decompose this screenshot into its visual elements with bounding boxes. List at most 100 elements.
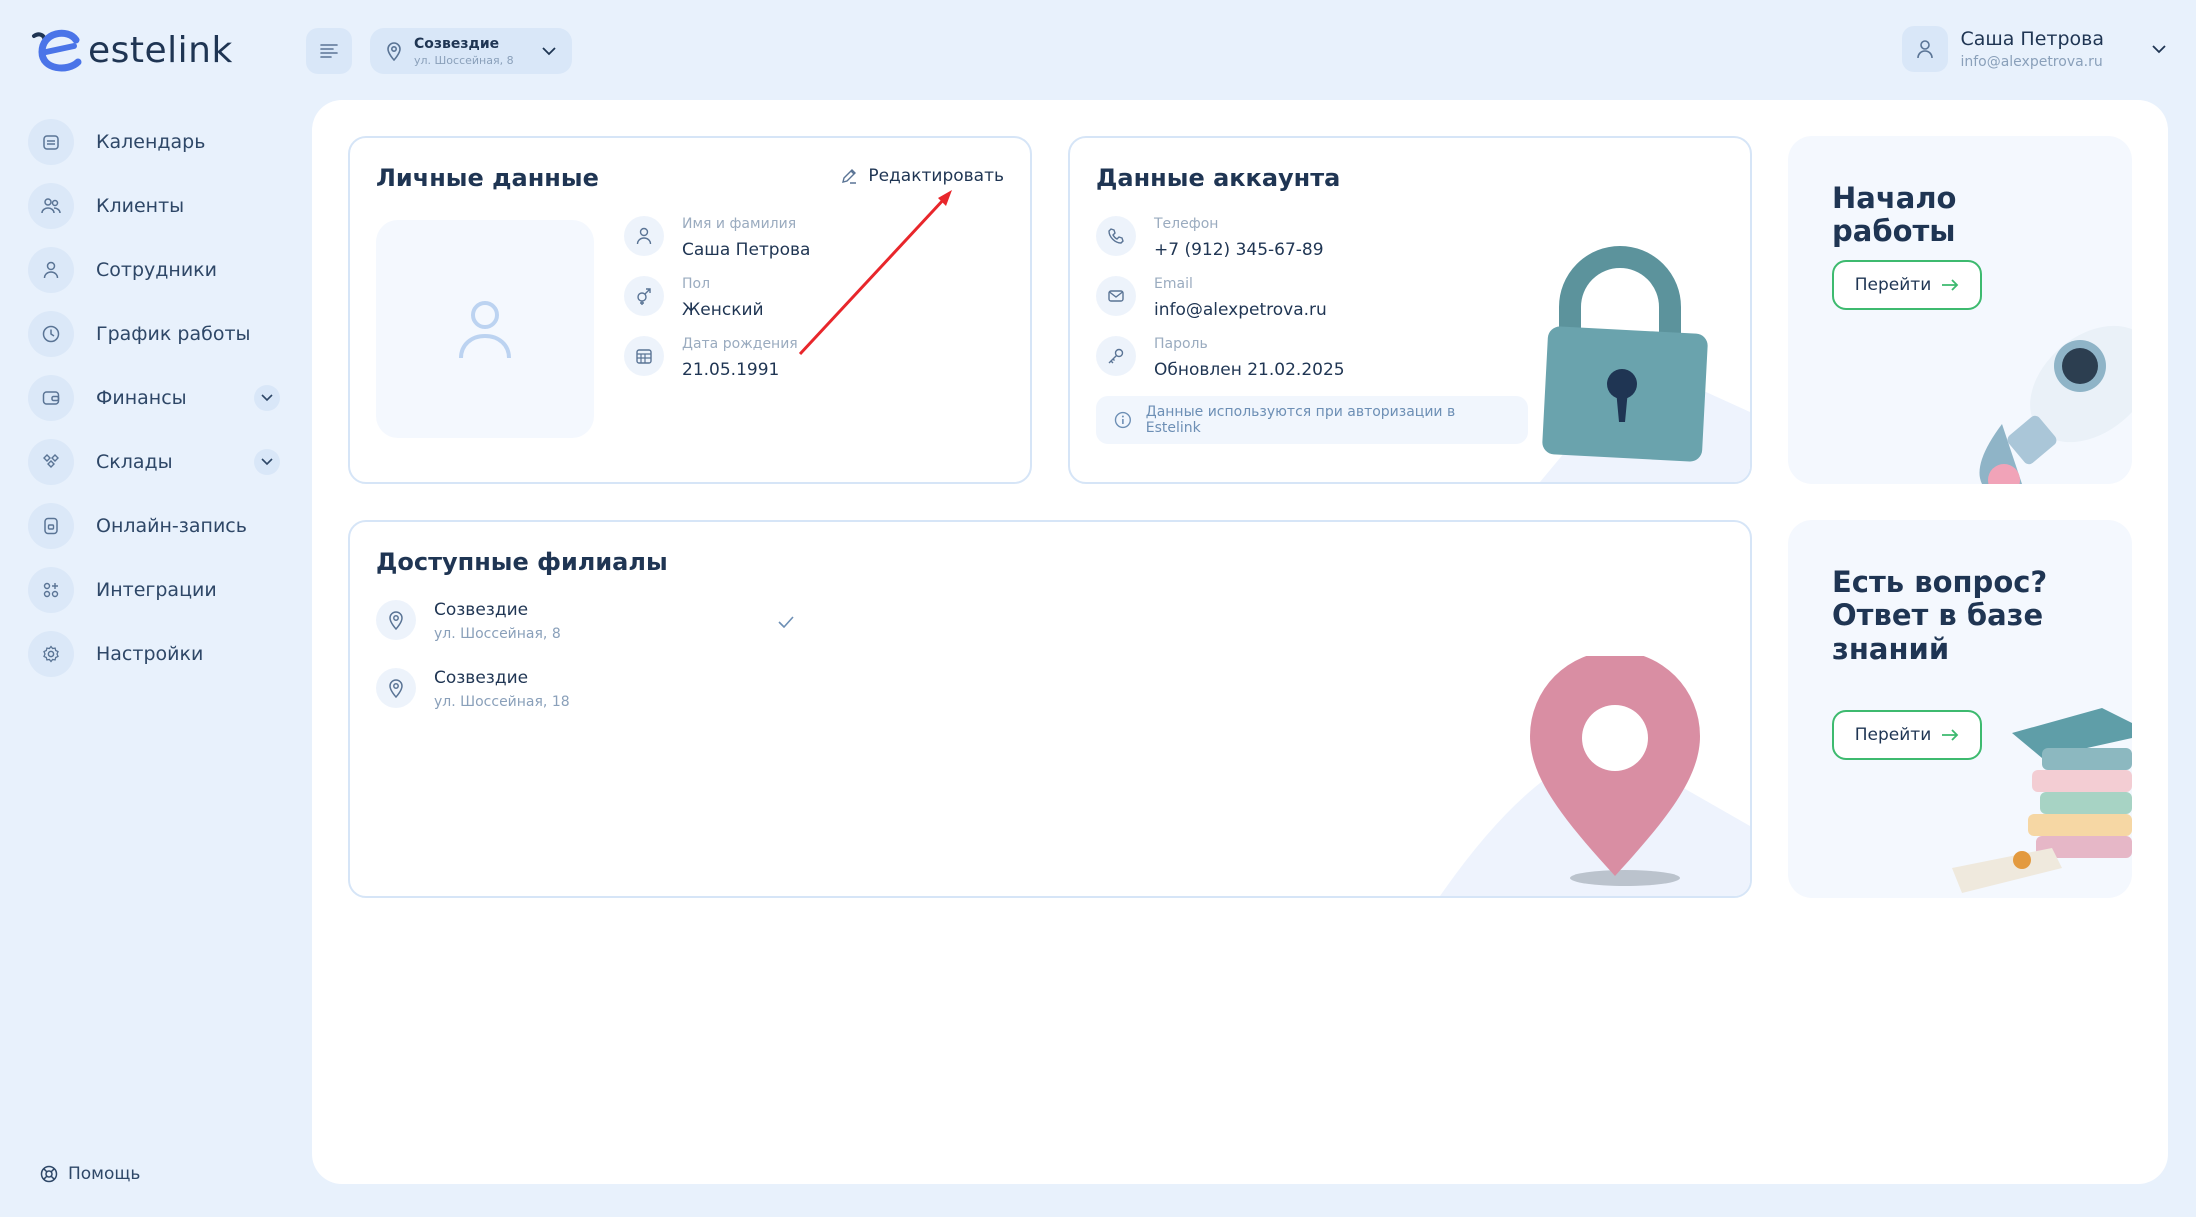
field-value: info@alexpetrova.ru <box>1154 300 1327 320</box>
field-label: Дата рождения <box>682 336 798 352</box>
phone-icon <box>1096 216 1136 256</box>
logo[interactable]: estelink <box>28 26 233 74</box>
clock-icon <box>28 311 74 357</box>
user-icon <box>624 216 664 256</box>
lock-illustration-icon <box>1540 246 1750 482</box>
clients-icon <box>28 183 74 229</box>
getting-started-card: Начало работы Перейти <box>1788 136 2132 484</box>
sidebar: Календарь Клиенты Сотрудники График рабо… <box>28 118 280 694</box>
branch-name: Созвездие <box>434 668 529 688</box>
location-pin-icon <box>376 600 416 640</box>
sidebar-item-label: График работы <box>96 323 251 345</box>
lifebuoy-icon <box>40 1165 58 1183</box>
sidebar-item-online-booking[interactable]: Онлайн-запись <box>28 502 280 550</box>
knowledge-base-card: Есть вопрос? Ответ в базе знаний Перейти <box>1788 520 2132 898</box>
help-label: Помощь <box>68 1164 141 1184</box>
map-pin-illustration-icon <box>1440 656 1750 896</box>
menu-icon <box>320 44 338 58</box>
user-icon <box>1917 40 1934 59</box>
birthdate-field: Дата рождения 21.05.1991 <box>624 336 798 380</box>
branch-selector-name: Созвездие <box>414 35 500 52</box>
field-value: Женский <box>682 300 764 320</box>
edit-label: Редактировать <box>868 166 1004 186</box>
sidebar-item-label: Онлайн-запись <box>96 515 247 537</box>
account-data-card: Данные аккаунта Телефон +7 (912) 345-67-… <box>1068 136 1752 484</box>
user-name: Саша Петрова <box>1960 28 2104 50</box>
gear-icon <box>28 631 74 677</box>
sidebar-item-integrations[interactable]: Интеграции <box>28 566 280 614</box>
sidebar-item-schedule[interactable]: График работы <box>28 310 280 358</box>
name-field: Имя и фамилия Саша Петрова <box>624 216 810 260</box>
field-label: Телефон <box>1154 216 1219 232</box>
online-booking-icon <box>28 503 74 549</box>
branches-title: Доступные филиалы <box>376 548 668 576</box>
gender-field: Пол Женский <box>624 276 764 320</box>
location-pin-icon <box>376 668 416 708</box>
sidebar-item-label: Настройки <box>96 643 204 665</box>
knowledge-base-title: Есть вопрос? Ответ в базе знаний <box>1832 565 2048 666</box>
mail-icon <box>1096 276 1136 316</box>
field-label: Пароль <box>1154 336 1208 352</box>
sidebar-item-settings[interactable]: Настройки <box>28 630 280 678</box>
field-value: +7 (912) 345-67-89 <box>1154 240 1324 260</box>
chevron-down-icon <box>261 458 273 466</box>
sidebar-item-label: Сотрудники <box>96 259 217 281</box>
email-field: Email info@alexpetrova.ru <box>1096 276 1327 320</box>
edit-button[interactable]: Редактировать <box>840 166 1004 186</box>
pencil-icon <box>842 169 857 184</box>
sidebar-item-label: Склады <box>96 451 173 473</box>
books-illustration-icon <box>1952 708 2132 893</box>
sidebar-item-clients[interactable]: Клиенты <box>28 182 280 230</box>
go-label: Перейти <box>1854 725 1932 745</box>
logo-text: estelink <box>88 29 233 71</box>
sidebar-item-warehouses[interactable]: Склады <box>28 438 280 486</box>
user-menu[interactable]: Саша Петрова info@alexpetrova.ru <box>1902 26 2166 72</box>
expand-warehouses-button[interactable] <box>254 449 280 475</box>
location-pin-icon <box>387 42 401 61</box>
getting-started-title: Начало работы <box>1832 181 1957 249</box>
wallet-icon <box>28 375 74 421</box>
sidebar-item-label: Клиенты <box>96 195 185 217</box>
integrations-icon <box>28 567 74 613</box>
warehouse-icon <box>28 439 74 485</box>
staff-icon <box>28 247 74 293</box>
field-value: 21.05.1991 <box>682 360 780 380</box>
info-icon <box>1114 411 1131 429</box>
field-label: Email <box>1154 276 1193 292</box>
sidebar-item-label: Интеграции <box>96 579 217 601</box>
personal-data-title: Личные данные <box>376 164 599 192</box>
personal-data-card: Личные данные Редактировать Имя и фамили… <box>348 136 1032 484</box>
expand-finance-button[interactable] <box>254 385 280 411</box>
menu-toggle-button[interactable] <box>306 28 352 74</box>
sidebar-item-label: Финансы <box>96 387 187 409</box>
calendar-icon <box>624 336 664 376</box>
field-value: Саша Петрова <box>682 240 811 260</box>
branch-address: ул. Шоссейная, 8 <box>434 626 561 642</box>
branch-selector[interactable]: Созвездие ул. Шоссейная, 8 <box>370 28 572 74</box>
key-icon <box>1096 336 1136 376</box>
account-data-title: Данные аккаунта <box>1096 164 1341 192</box>
branch-item[interactable]: Созвездие ул. Шоссейная, 8 <box>376 600 561 642</box>
sidebar-item-finance[interactable]: Финансы <box>28 374 280 422</box>
chevron-down-icon <box>542 46 556 55</box>
chevron-down-icon <box>261 394 273 402</box>
sidebar-item-calendar[interactable]: Календарь <box>28 118 280 166</box>
help-link[interactable]: Помощь <box>40 1164 140 1184</box>
user-email: info@alexpetrova.ru <box>1960 54 2103 70</box>
go-label: Перейти <box>1854 275 1932 295</box>
field-value: Обновлен 21.02.2025 <box>1154 360 1345 380</box>
main-panel: Личные данные Редактировать Имя и фамили… <box>312 100 2168 1184</box>
field-label: Имя и фамилия <box>682 216 797 232</box>
profile-photo-placeholder[interactable] <box>376 220 594 438</box>
field-label: Пол <box>682 276 711 292</box>
avatar <box>1902 26 1949 72</box>
branch-name: Созвездие <box>434 600 529 620</box>
branches-card: Доступные филиалы Созвездие ул. Шоссейна… <box>348 520 1752 898</box>
sidebar-item-staff[interactable]: Сотрудники <box>28 246 280 294</box>
branch-item[interactable]: Созвездие ул. Шоссейная, 18 <box>376 668 570 710</box>
rocket-illustration-icon <box>1979 325 2132 484</box>
chevron-down-icon[interactable] <box>2152 44 2166 54</box>
auth-info-text: Данные используются при авторизации в Es… <box>1145 404 1456 436</box>
password-field: Пароль Обновлен 21.02.2025 <box>1096 336 1345 380</box>
checkmark-icon <box>778 616 794 628</box>
